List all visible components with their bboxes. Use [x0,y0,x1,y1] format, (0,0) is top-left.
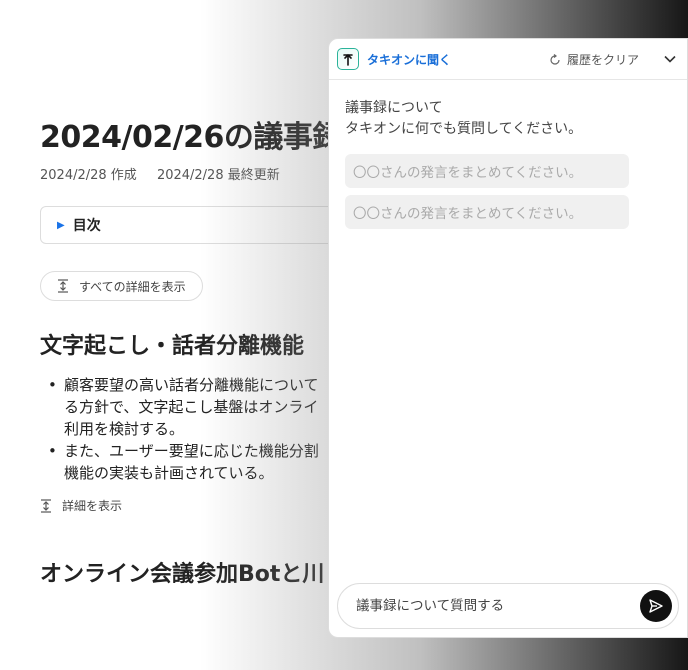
chat-input[interactable] [354,597,640,615]
send-icon [649,599,663,613]
suggestion-chip[interactable]: 〇〇さんの発言をまとめてください。 [345,154,629,188]
chat-header: タキオンに聞く 履歴をクリア [329,39,687,80]
created-date: 2024/2/28 作成 [40,168,137,183]
send-button[interactable] [640,590,672,622]
chevron-down-icon [664,55,676,63]
clear-history-label: 履歴をクリア [566,53,639,67]
bullet-list: 顧客要望の高い話者分離機能について る方針で、文字起こし基盤はオンライ 利用を検… [48,374,348,484]
refresh-icon [550,53,560,65]
list-item: また、ユーザー要望に応じた機能分割 機能の実装も計画されている。 [48,440,348,484]
updated-date: 2024/2/28 最終更新 [156,168,280,183]
chat-input-bar [337,583,679,629]
chat-title: タキオンに聞く [367,52,452,67]
chat-panel: タキオンに聞く 履歴をクリア 議事録について タキオンに何でも質問してください。… [328,38,688,638]
doc-meta: 2024/2/28 作成 2024/2/28 最終更新 [40,164,280,183]
section-title: 文字起こし・話者分離機能 [40,334,305,359]
page-title: 2024/02/26の議事録 [40,120,342,155]
tachyon-logo-icon [337,48,359,70]
expand-icon [58,279,68,293]
show-details-label: 詳細を表示 [62,499,123,513]
show-all-label: すべての詳細を表示 [79,279,186,294]
show-details-button[interactable]: 詳細を表示 [40,497,122,514]
toc-label: 目次 [72,218,101,234]
list-item: 顧客要望の高い話者分離機能について る方針で、文字起こし基盤はオンライ 利用を検… [48,374,348,440]
collapse-button[interactable] [663,51,677,70]
caret-right-icon: ▶ [57,219,65,231]
chat-intro: 議事録について タキオンに何でも質問してください。 [329,80,687,140]
show-all-details-button[interactable]: すべての詳細を表示 [40,271,203,301]
clear-history-button[interactable]: 履歴をクリア [549,51,639,68]
intro-line: タキオンに何でも質問してください。 [345,121,583,137]
expand-icon [41,498,51,513]
section-title: オンライン会議参加Botと川 [40,562,325,587]
suggestion-chip[interactable]: 〇〇さんの発言をまとめてください。 [345,195,629,229]
intro-line: 議事録について [345,100,443,116]
